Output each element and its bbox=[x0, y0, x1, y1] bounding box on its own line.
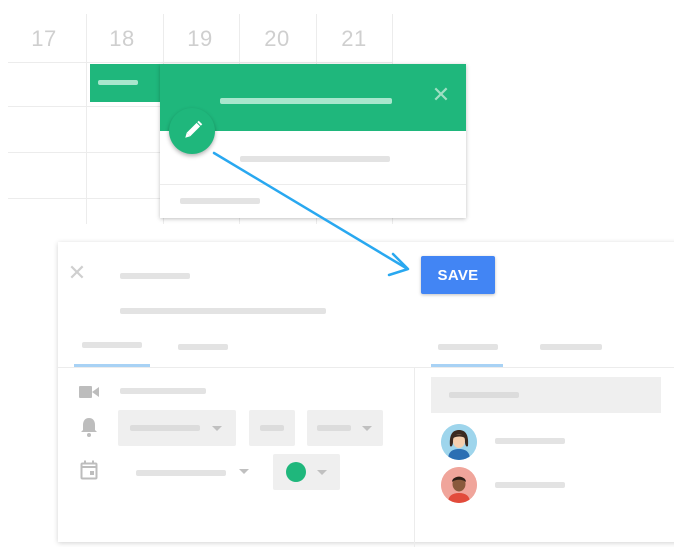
detail-placeholder bbox=[240, 156, 390, 162]
input-placeholder bbox=[449, 392, 519, 398]
day-number[interactable]: 19 bbox=[170, 26, 230, 52]
close-icon[interactable]: ✕ bbox=[430, 84, 452, 106]
input-value-placeholder bbox=[260, 425, 284, 431]
chevron-down-icon bbox=[362, 426, 372, 431]
pencil-icon bbox=[185, 120, 203, 138]
title-placeholder bbox=[120, 273, 190, 279]
detail-placeholder bbox=[180, 198, 260, 204]
select-value-placeholder bbox=[130, 425, 200, 431]
video-camera-icon bbox=[79, 386, 99, 398]
tab-rooms[interactable] bbox=[540, 344, 602, 350]
guest-name-placeholder bbox=[495, 438, 565, 444]
divider bbox=[414, 367, 415, 547]
tab-guests[interactable] bbox=[438, 344, 498, 350]
event-color-select[interactable] bbox=[273, 454, 340, 490]
grid-line bbox=[8, 62, 392, 63]
edit-button[interactable] bbox=[169, 108, 215, 154]
calendar-icon bbox=[80, 460, 98, 480]
bell-icon bbox=[81, 418, 97, 437]
tab-find-time[interactable] bbox=[178, 344, 228, 350]
select-value-placeholder bbox=[317, 425, 351, 431]
notification-amount-input[interactable] bbox=[249, 410, 295, 446]
chevron-down-icon bbox=[317, 470, 327, 475]
save-button[interactable]: SAVE bbox=[421, 256, 495, 294]
tab-event-details[interactable] bbox=[82, 342, 142, 348]
divider bbox=[58, 367, 674, 368]
chevron-down-icon bbox=[212, 426, 222, 431]
grid-line bbox=[86, 14, 87, 224]
divider bbox=[160, 184, 466, 185]
close-icon[interactable]: ✕ bbox=[66, 262, 88, 284]
event-editor: ✕ SAVE bbox=[58, 242, 674, 547]
event-title-placeholder bbox=[98, 80, 138, 85]
day-number[interactable]: 18 bbox=[92, 26, 152, 52]
avatar bbox=[441, 467, 477, 503]
day-number[interactable]: 17 bbox=[14, 26, 74, 52]
date-placeholder bbox=[120, 308, 326, 314]
add-guests-input[interactable] bbox=[431, 377, 661, 413]
avatar bbox=[441, 424, 477, 460]
calendar-select-placeholder[interactable] bbox=[136, 470, 226, 476]
day-number[interactable]: 21 bbox=[324, 26, 384, 52]
chevron-down-icon[interactable] bbox=[239, 469, 249, 474]
day-number[interactable]: 20 bbox=[247, 26, 307, 52]
conferencing-placeholder[interactable] bbox=[120, 388, 206, 394]
notification-unit-select[interactable] bbox=[307, 410, 383, 446]
color-swatch bbox=[286, 462, 306, 482]
notification-type-select[interactable] bbox=[118, 410, 236, 446]
guest-name-placeholder bbox=[495, 482, 565, 488]
person-avatar-icon bbox=[441, 424, 477, 460]
calendar-event[interactable] bbox=[90, 64, 160, 102]
person-avatar-icon bbox=[441, 467, 477, 503]
event-title-placeholder bbox=[220, 98, 392, 104]
